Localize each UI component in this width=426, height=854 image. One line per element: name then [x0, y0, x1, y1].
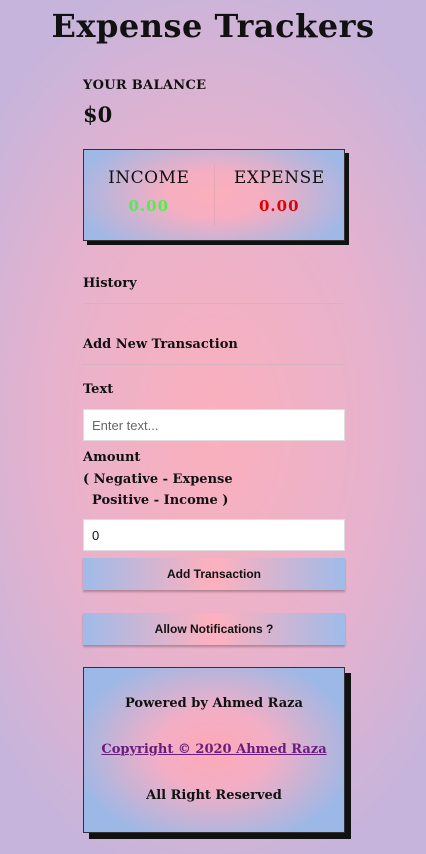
rights-text: All Right Reserved	[146, 788, 282, 803]
text-input[interactable]	[83, 409, 345, 441]
income-label: INCOME	[108, 168, 190, 188]
add-transaction-heading: Add New Transaction	[83, 335, 345, 365]
income-expense-card: INCOME 0.00 EXPENSE 0.00	[83, 149, 345, 241]
amount-hint-negative: ( Negative - Expense	[83, 472, 233, 487]
tracker-container: YOUR BALANCE $0 INCOME 0.00 EXPENSE 0.00…	[83, 76, 345, 833]
amount-input[interactable]	[83, 519, 345, 551]
expense-column: EXPENSE 0.00	[215, 150, 345, 240]
income-value: 0.00	[128, 197, 170, 215]
allow-notifications-button[interactable]: Allow Notifications ?	[83, 613, 345, 645]
amount-field-label: Amount	[83, 450, 141, 465]
text-field-label: Text	[83, 382, 114, 397]
copyright-link[interactable]: Copyright © 2020 Ahmed Raza	[101, 742, 326, 757]
amount-hint-positive: Positive - Income )	[83, 493, 229, 508]
history-heading: History	[83, 274, 345, 304]
balance-value: $0	[83, 102, 113, 127]
income-column: INCOME 0.00	[84, 150, 214, 240]
footer-card: Powered by Ahmed Raza Copyright © 2020 A…	[83, 667, 345, 833]
balance-label: YOUR BALANCE	[83, 78, 207, 93]
expense-value: 0.00	[258, 197, 300, 215]
app-title: Expense Trackers	[51, 7, 375, 45]
add-transaction-button[interactable]: Add Transaction	[83, 558, 345, 590]
powered-by-text: Powered by Ahmed Raza	[125, 696, 303, 711]
expense-label: EXPENSE	[233, 168, 325, 188]
